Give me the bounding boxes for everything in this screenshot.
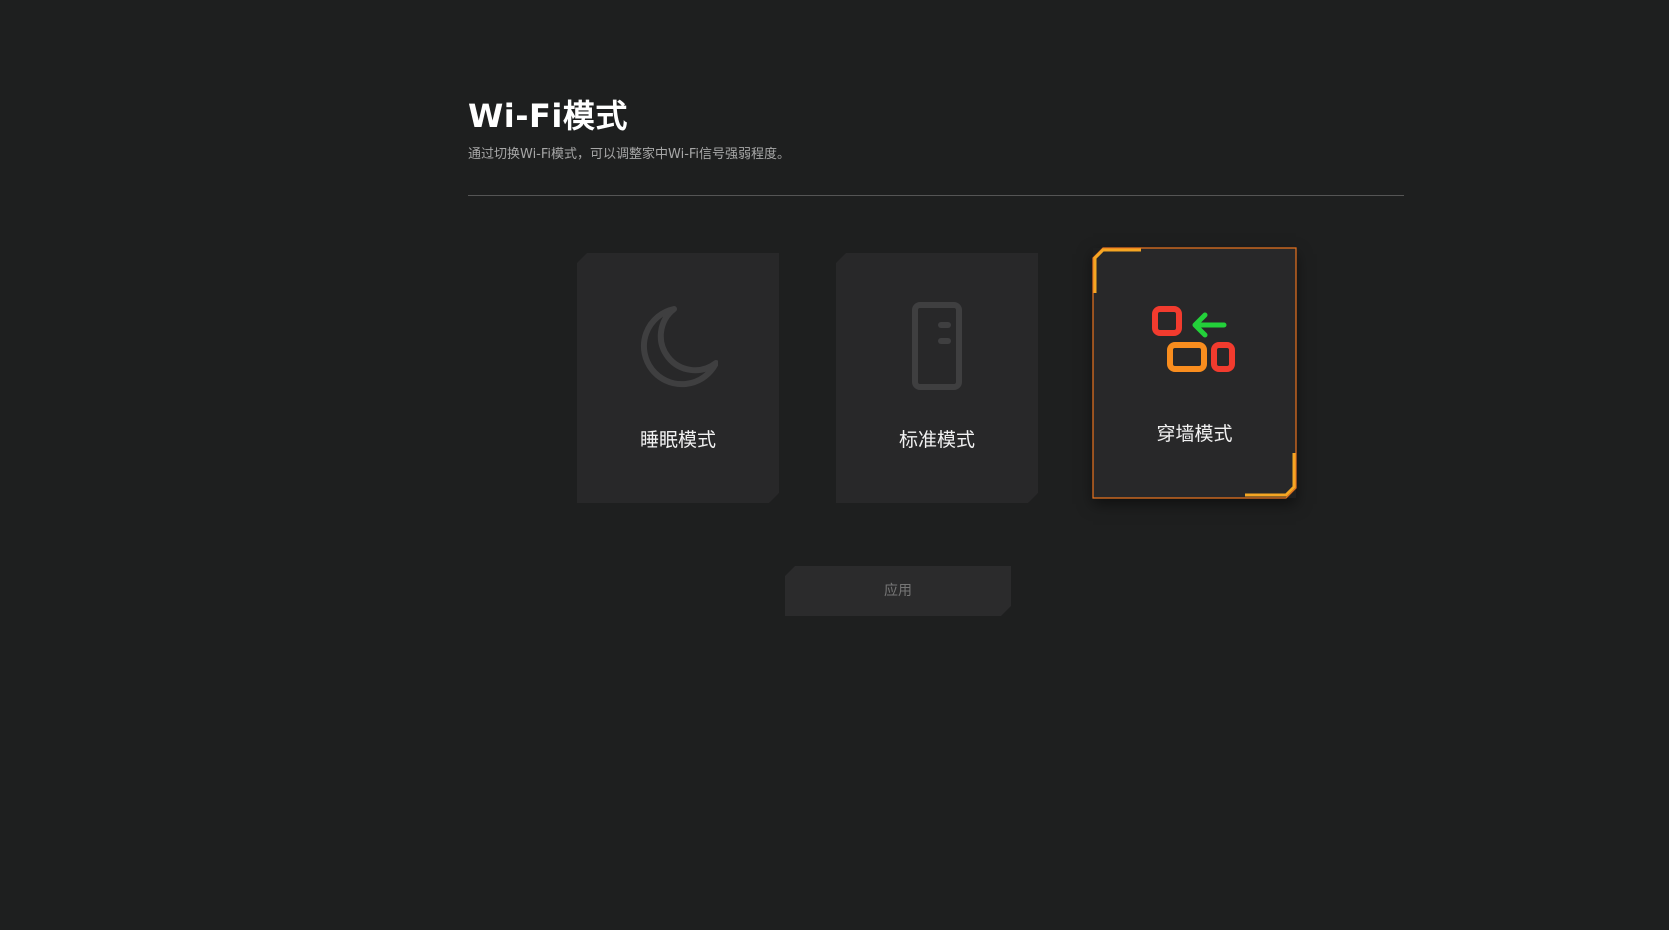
page-description: 通过切换Wi-Fi模式，可以调整家中Wi-Fi信号强弱程度。 xyxy=(468,147,791,162)
page-title: Wi-Fi模式 xyxy=(468,97,628,135)
apply-button[interactable]: 应用 xyxy=(785,566,1011,616)
page-header: Wi-Fi模式 通过切换Wi-Fi模式，可以调整家中Wi-Fi信号强弱程度。 xyxy=(468,96,1404,164)
mode-card-wall-penetration[interactable]: 穿墙模式 xyxy=(1092,247,1297,499)
mode-card-sleep[interactable]: 睡眠模式 xyxy=(577,253,779,503)
mode-label-wall-penetration: 穿墙模式 xyxy=(1156,423,1233,445)
wall-penetration-icon xyxy=(1151,305,1238,377)
header-divider xyxy=(468,195,1404,196)
mode-card-standard[interactable]: 标准模式 xyxy=(836,253,1038,503)
mode-label-standard: 标准模式 xyxy=(898,429,975,451)
mode-label-sleep: 睡眠模式 xyxy=(639,429,716,451)
moon-icon xyxy=(638,305,718,393)
standard-device-icon xyxy=(911,301,963,395)
